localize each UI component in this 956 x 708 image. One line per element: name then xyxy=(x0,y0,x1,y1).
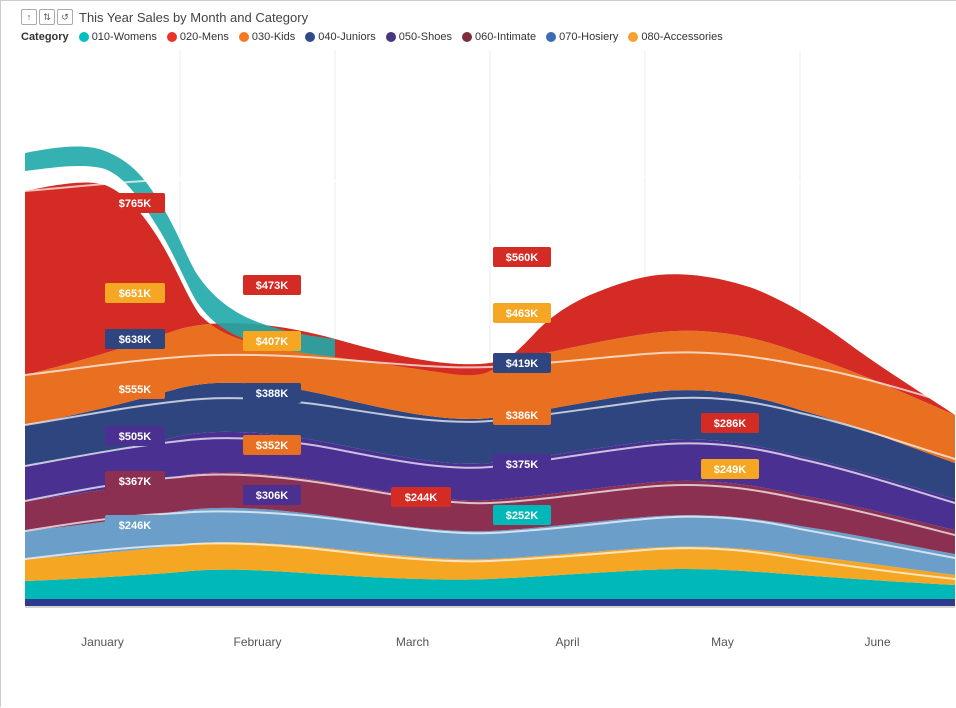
label-jan-mens: $765K xyxy=(119,198,151,210)
legend: Category 010-Womens 020-Mens 030-Kids 04… xyxy=(17,31,953,43)
womens-label: 010-Womens xyxy=(92,31,157,43)
label-apr-4: $386K xyxy=(506,410,538,422)
label-may-2: $249K xyxy=(714,464,746,476)
label-jan-7: $246K xyxy=(119,520,151,532)
label-apr-1: $560K xyxy=(506,252,538,264)
title-icons: ↑ ⇅ ↺ xyxy=(21,9,73,25)
refresh-icon[interactable]: ↺ xyxy=(57,9,73,25)
title-area: ↑ ⇅ ↺ This Year Sales by Month and Categ… xyxy=(17,9,953,25)
label-feb-4: $352K xyxy=(256,440,288,452)
chart-title: This Year Sales by Month and Category xyxy=(79,10,308,25)
legend-item-shoes: 050-Shoes xyxy=(386,31,452,43)
x-label-february: February xyxy=(180,635,335,649)
label-may-1: $286K xyxy=(714,418,746,430)
mens-label: 020-Mens xyxy=(180,31,229,43)
label-jan-2: $651K xyxy=(119,288,151,300)
label-apr-2: $463K xyxy=(506,308,538,320)
down-arrows-icon[interactable]: ⇅ xyxy=(39,9,55,25)
shoes-dot xyxy=(386,32,396,42)
stream-base xyxy=(25,599,955,606)
shoes-label: 050-Shoes xyxy=(399,31,452,43)
hosiery-dot xyxy=(546,32,556,42)
hosiery-label: 070-Hosiery xyxy=(559,31,618,43)
label-apr-5: $375K xyxy=(506,459,538,471)
legend-label: Category xyxy=(21,31,69,43)
legend-item-mens: 020-Mens xyxy=(167,31,229,43)
chart-container: ↑ ⇅ ↺ This Year Sales by Month and Categ… xyxy=(1,1,956,708)
legend-item-womens: 010-Womens xyxy=(79,31,157,43)
x-axis: January February March April May June xyxy=(25,631,955,649)
label-jan-4: $555K xyxy=(119,384,151,396)
label-feb-3: $388K xyxy=(256,388,288,400)
womens-dot xyxy=(79,32,89,42)
legend-item-intimate: 060-Intimate xyxy=(462,31,536,43)
label-jan-6: $367K xyxy=(119,476,151,488)
chart-area: $765K $651K $638K $555K $505K $367K $246… xyxy=(25,51,955,631)
label-feb-2: $407K xyxy=(256,336,288,348)
x-label-may: May xyxy=(645,635,800,649)
accessories-label: 080-Accessories xyxy=(641,31,722,43)
x-label-january: January xyxy=(25,635,180,649)
label-feb-1: $473K xyxy=(256,280,288,292)
juniors-dot xyxy=(305,32,315,42)
x-label-june: June xyxy=(800,635,955,649)
up-arrow-icon[interactable]: ↑ xyxy=(21,9,37,25)
legend-item-hosiery: 070-Hosiery xyxy=(546,31,618,43)
chart-svg: $765K $651K $638K $555K $505K $367K $246… xyxy=(25,51,955,631)
x-label-march: March xyxy=(335,635,490,649)
legend-item-kids: 030-Kids xyxy=(239,31,295,43)
mens-dot xyxy=(167,32,177,42)
label-mar-1: $244K xyxy=(405,492,437,504)
kids-dot xyxy=(239,32,249,42)
legend-item-juniors: 040-Juniors xyxy=(305,31,375,43)
accessories-dot xyxy=(628,32,638,42)
label-apr-6: $252K xyxy=(506,510,538,522)
x-label-april: April xyxy=(490,635,645,649)
label-feb-5: $306K xyxy=(256,490,288,502)
intimate-dot xyxy=(462,32,472,42)
label-apr-3: $419K xyxy=(506,358,538,370)
label-jan-3: $638K xyxy=(119,334,151,346)
label-jan-5: $505K xyxy=(119,431,151,443)
juniors-label: 040-Juniors xyxy=(318,31,375,43)
legend-item-accessories: 080-Accessories xyxy=(628,31,722,43)
intimate-label: 060-Intimate xyxy=(475,31,536,43)
kids-label: 030-Kids xyxy=(252,31,295,43)
